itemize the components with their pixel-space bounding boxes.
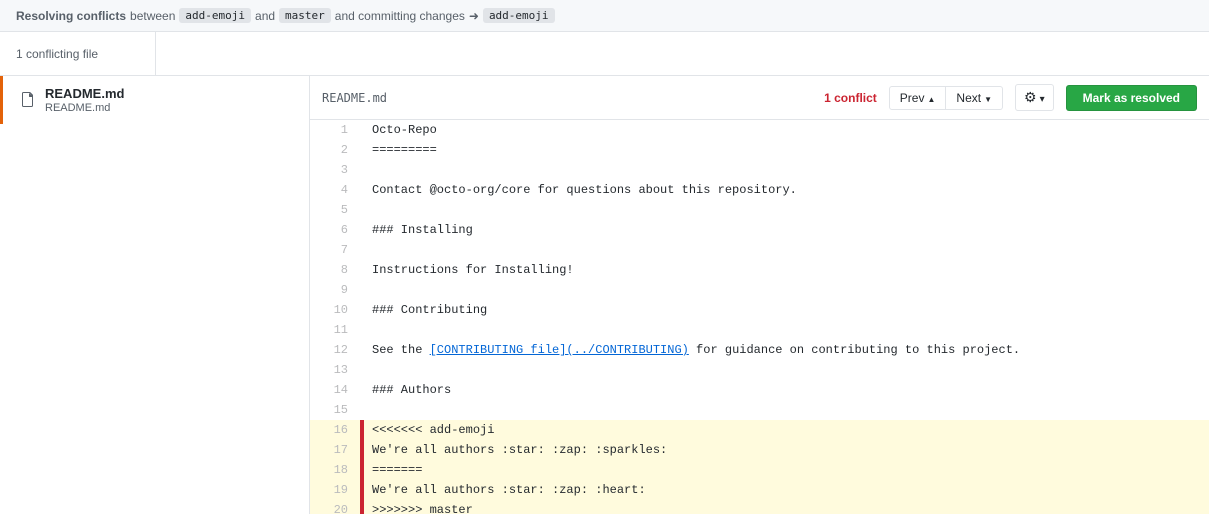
table-row: 3 <box>310 160 1209 180</box>
sidebar-file-item[interactable]: README.md README.md <box>0 76 309 124</box>
table-row: 6### Installing <box>310 220 1209 240</box>
main-container: 1 conflicting file README.md README.md <box>0 32 1209 514</box>
line-content: Contact @octo-org/core for questions abo… <box>364 180 1209 200</box>
line-content <box>364 200 1209 220</box>
arrow-icon: ➜ <box>469 9 479 23</box>
file-names: README.md README.md <box>45 86 124 114</box>
resolving-conflicts-label: Resolving conflicts <box>16 9 126 23</box>
line-content: Octo-Repo <box>364 120 1209 140</box>
between-text: between <box>130 9 175 23</box>
conflict-badge: 1 conflict <box>824 91 877 105</box>
line-content: <<<<<<< add-emoji <box>364 420 1209 440</box>
line-content: ### Authors <box>364 380 1209 400</box>
table-row: 4Contact @octo-org/core for questions ab… <box>310 180 1209 200</box>
and2-text: and committing changes <box>335 9 465 23</box>
line-number: 14 <box>310 380 360 400</box>
file-name-secondary: README.md <box>45 102 124 114</box>
line-number: 7 <box>310 240 360 260</box>
prev-button[interactable]: Prev <box>889 86 947 110</box>
table-row: 9 <box>310 280 1209 300</box>
line-number: 20 <box>310 500 360 514</box>
breadcrumb-bar: Resolving conflicts between add-emoji an… <box>0 0 1209 32</box>
editor-filename: README.md <box>322 91 812 105</box>
line-number: 15 <box>310 400 360 420</box>
table-row: 12See the [CONTRIBUTING file](../CONTRIB… <box>310 340 1209 360</box>
line-number: 9 <box>310 280 360 300</box>
line-number: 4 <box>310 180 360 200</box>
next-button[interactable]: Next <box>946 86 1003 110</box>
prev-label: Prev <box>900 91 925 105</box>
line-content: Instructions for Installing! <box>364 260 1209 280</box>
line-content: See the [CONTRIBUTING file](../CONTRIBUT… <box>364 340 1209 360</box>
table-row: 2========= <box>310 140 1209 160</box>
line-content: ### Installing <box>364 220 1209 240</box>
next-label: Next <box>956 91 981 105</box>
table-row: 19We're all authors :star: :zap: :heart: <box>310 480 1209 500</box>
file-icon <box>19 92 35 108</box>
line-number: 18 <box>310 460 360 480</box>
table-row: 14### Authors <box>310 380 1209 400</box>
branch3-badge[interactable]: add-emoji <box>483 8 555 23</box>
table-row: 10### Contributing <box>310 300 1209 320</box>
table-row: 16<<<<<<< add-emoji <box>310 420 1209 440</box>
line-number: 3 <box>310 160 360 180</box>
line-content: We're all authors :star: :zap: :heart: <box>364 480 1209 500</box>
table-row: 8Instructions for Installing! <box>310 260 1209 280</box>
line-number: 5 <box>310 200 360 220</box>
line-number: 16 <box>310 420 360 440</box>
editor-header: README.md 1 conflict Prev Next M <box>310 76 1209 120</box>
line-number: 19 <box>310 480 360 500</box>
content-area: README.md README.md README.md 1 conflict… <box>0 76 1209 514</box>
table-row: 5 <box>310 200 1209 220</box>
line-content <box>364 320 1209 340</box>
table-row: 17We're all authors :star: :zap: :sparkl… <box>310 440 1209 460</box>
line-number: 2 <box>310 140 360 160</box>
resolving-text: Resolving conflicts <box>16 9 126 23</box>
line-number: 10 <box>310 300 360 320</box>
table-row: 7 <box>310 240 1209 260</box>
line-content: ========= <box>364 140 1209 160</box>
line-number: 8 <box>310 260 360 280</box>
line-number: 12 <box>310 340 360 360</box>
line-number: 1 <box>310 120 360 140</box>
and1-text: and <box>255 9 275 23</box>
line-number: 17 <box>310 440 360 460</box>
line-number: 6 <box>310 220 360 240</box>
table-row: 18======= <box>310 460 1209 480</box>
chevron-up-icon <box>927 91 935 105</box>
line-content <box>364 160 1209 180</box>
table-row: 20 >>>>>>> master <box>310 500 1209 514</box>
table-row: 11 <box>310 320 1209 340</box>
branch2-badge[interactable]: master <box>279 8 331 23</box>
settings-button[interactable] <box>1015 84 1054 111</box>
file-name-primary: README.md <box>45 86 124 101</box>
conflicting-count-label: 1 conflicting file <box>16 47 98 61</box>
line-content: ======= <box>364 460 1209 480</box>
line-content <box>364 400 1209 420</box>
branch1-badge[interactable]: add-emoji <box>179 8 251 23</box>
conflict-header: 1 conflicting file <box>0 32 1209 76</box>
sidebar: README.md README.md <box>0 76 310 514</box>
line-content: ### Contributing <box>364 300 1209 320</box>
table-row: 15 <box>310 400 1209 420</box>
line-number: 13 <box>310 360 360 380</box>
chevron-down-icon <box>984 91 992 105</box>
editor-area: README.md 1 conflict Prev Next M <box>310 76 1209 514</box>
line-content <box>364 360 1209 380</box>
line-content <box>364 240 1209 260</box>
table-row: 13 <box>310 360 1209 380</box>
nav-buttons: Prev Next <box>889 86 1003 110</box>
conflicting-count: 1 conflicting file <box>16 32 156 75</box>
code-table: 1Octo-Repo2=========34Contact @octo-org/… <box>310 120 1209 514</box>
line-number: 11 <box>310 320 360 340</box>
line-content: We're all authors :star: :zap: :sparkles… <box>364 440 1209 460</box>
line-content <box>364 280 1209 300</box>
caret-down-icon <box>1040 91 1045 105</box>
gear-icon <box>1024 89 1037 106</box>
mark-resolved-button[interactable]: Mark as resolved <box>1066 85 1197 111</box>
code-editor[interactable]: 1Octo-Repo2=========34Contact @octo-org/… <box>310 120 1209 514</box>
line-content: >>>>>>> master <box>364 500 1209 514</box>
table-row: 1Octo-Repo <box>310 120 1209 140</box>
